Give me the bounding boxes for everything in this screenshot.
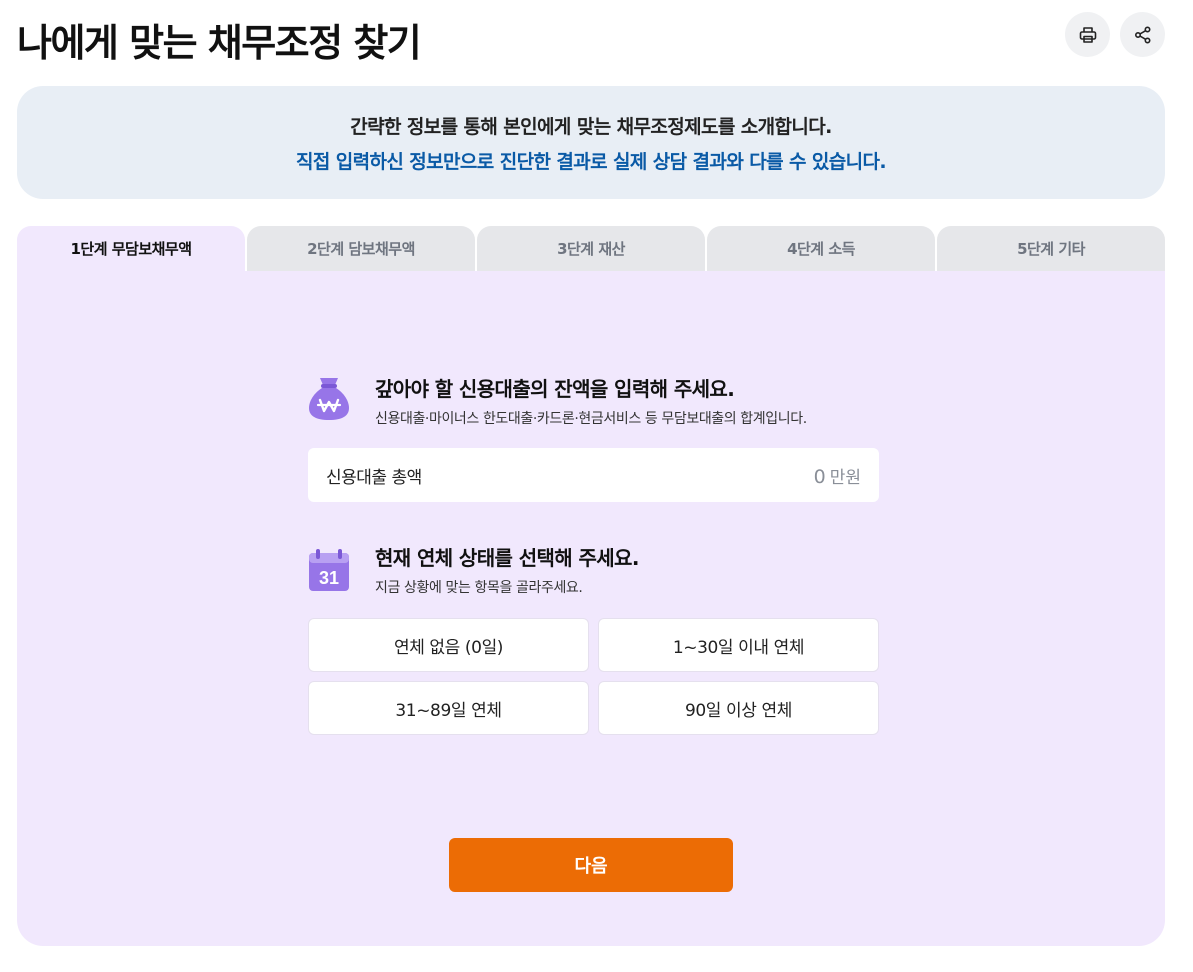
amount-unit: 만원	[829, 467, 861, 488]
next-button[interactable]: 다음	[449, 838, 733, 892]
print-icon	[1079, 26, 1096, 43]
question1-desc: 신용대출·마이너스 한도대출·카드론·현금서비스 등 무담보대출의 합계입니다.	[375, 411, 807, 427]
question2-desc: 지금 상황에 맞는 항목을 골라주세요.	[375, 580, 583, 596]
money-bag-icon	[309, 378, 349, 420]
option-overdue-90-plus[interactable]: 90일 이상 연체	[598, 681, 879, 735]
share-button[interactable]	[1120, 12, 1165, 57]
credit-loan-total-field[interactable]: 신용대출 총액 0 만원	[308, 448, 879, 502]
question1-title: 갚아야 할 신용대출의 잔액을 입력해 주세요.	[375, 377, 735, 401]
notice-intro: 간략한 정보를 통해 본인에게 맞는 채무조정제도를 소개합니다.	[350, 115, 832, 138]
print-button[interactable]	[1065, 12, 1110, 57]
option-overdue-31-89[interactable]: 31~89일 연체	[308, 681, 589, 735]
step-panel: 갚아야 할 신용대출의 잔액을 입력해 주세요. 신용대출·마이너스 한도대출·…	[17, 271, 1165, 946]
credit-loan-total-value[interactable]: 0	[814, 466, 826, 488]
option-overdue-1-30[interactable]: 1~30일 이내 연체	[598, 618, 879, 672]
tab-step-4[interactable]: 4단계 소득	[707, 226, 935, 271]
page-title: 나에게 맞는 채무조정 찾기	[17, 21, 422, 65]
tab-step-3[interactable]: 3단계 재산	[477, 226, 705, 271]
tab-step-5[interactable]: 5단계 기타	[937, 226, 1165, 271]
tab-step-2[interactable]: 2단계 담보채무액	[247, 226, 475, 271]
share-icon	[1134, 25, 1151, 44]
credit-loan-total-label: 신용대출 총액	[326, 467, 422, 488]
step-tabs: 1단계 무담보채무액 2단계 담보채무액 3단계 재산 4단계 소득 5단계 기…	[17, 226, 1165, 271]
calendar-day: 31	[319, 568, 339, 588]
option-no-overdue[interactable]: 연체 없음 (0일)	[308, 618, 589, 672]
tab-step-1[interactable]: 1단계 무담보채무액	[17, 226, 245, 271]
question2-title: 현재 연체 상태를 선택해 주세요.	[375, 546, 639, 570]
notice-disclaimer: 직접 입력하신 정보만으로 진단한 결과로 실제 상담 결과와 다를 수 있습니…	[295, 150, 887, 173]
calendar-icon: 31	[309, 549, 349, 591]
notice-banner: 간략한 정보를 통해 본인에게 맞는 채무조정제도를 소개합니다. 직접 입력하…	[17, 86, 1165, 199]
